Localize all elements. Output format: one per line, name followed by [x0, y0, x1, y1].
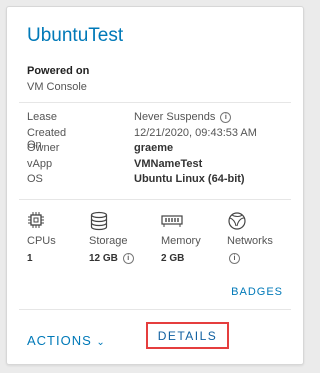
storage-value: 12 GB [89, 253, 118, 265]
created-value: 12/21/2020, 09:43:53 AM [134, 126, 257, 139]
chevron-down-icon: ⌄ [96, 337, 106, 348]
vm-card: UbuntuTest Powered on VM Console Lease N… [6, 6, 304, 365]
badges-link[interactable]: BADGES [231, 286, 283, 298]
prop-label: Lease [27, 111, 57, 123]
divider [19, 102, 291, 103]
os-value: Ubuntu Linux (64-bit) [134, 173, 245, 185]
vm-console-label: VM Console [27, 81, 87, 93]
actions-button[interactable]: ACTIONS ⌄ [27, 333, 106, 348]
info-icon[interactable]: i [220, 111, 232, 123]
memory-icon [161, 211, 223, 231]
vm-status: Powered on VM Console [27, 63, 89, 95]
prop-label: OS [27, 173, 43, 185]
actions-label: ACTIONS [27, 333, 92, 348]
vapp-value: VMNameTest [134, 157, 203, 170]
details-button[interactable]: DETAILS [146, 322, 229, 349]
divider [19, 309, 291, 310]
prop-label: vApp [27, 157, 53, 170]
resource-networks: Networks i [227, 211, 289, 264]
vm-title[interactable]: UbuntuTest [27, 25, 123, 47]
owner-value: graeme [134, 142, 174, 154]
resource-value: 12 GB i [89, 253, 151, 264]
resource-label: Storage [89, 235, 128, 247]
storage-icon [89, 211, 151, 231]
resource-memory: Memory 2 GB [161, 211, 223, 264]
resource-value: i [227, 253, 289, 264]
prop-label: Owner [27, 142, 60, 154]
resource-storage: Storage 12 GB i [89, 211, 151, 264]
lease-value: Never Suspends [134, 111, 216, 123]
info-icon[interactable]: i [122, 253, 134, 264]
divider [19, 199, 291, 200]
resource-cpus: CPUs 1 [27, 211, 89, 264]
info-icon[interactable]: i [229, 253, 240, 264]
resource-label: CPUs [27, 235, 56, 247]
resources-row: CPUs 1 Storage 12 GB i Memory 2 GB Netwo… [27, 211, 297, 271]
cpu-icon [27, 211, 89, 231]
power-status: Powered on [27, 65, 90, 77]
prop-value: Never Suspends i [134, 111, 232, 123]
resource-label: Memory [161, 235, 201, 247]
network-icon [227, 211, 289, 231]
resource-value: 1 [27, 253, 33, 264]
resource-value: 2 GB [161, 253, 185, 264]
resource-label: Networks [227, 235, 273, 247]
